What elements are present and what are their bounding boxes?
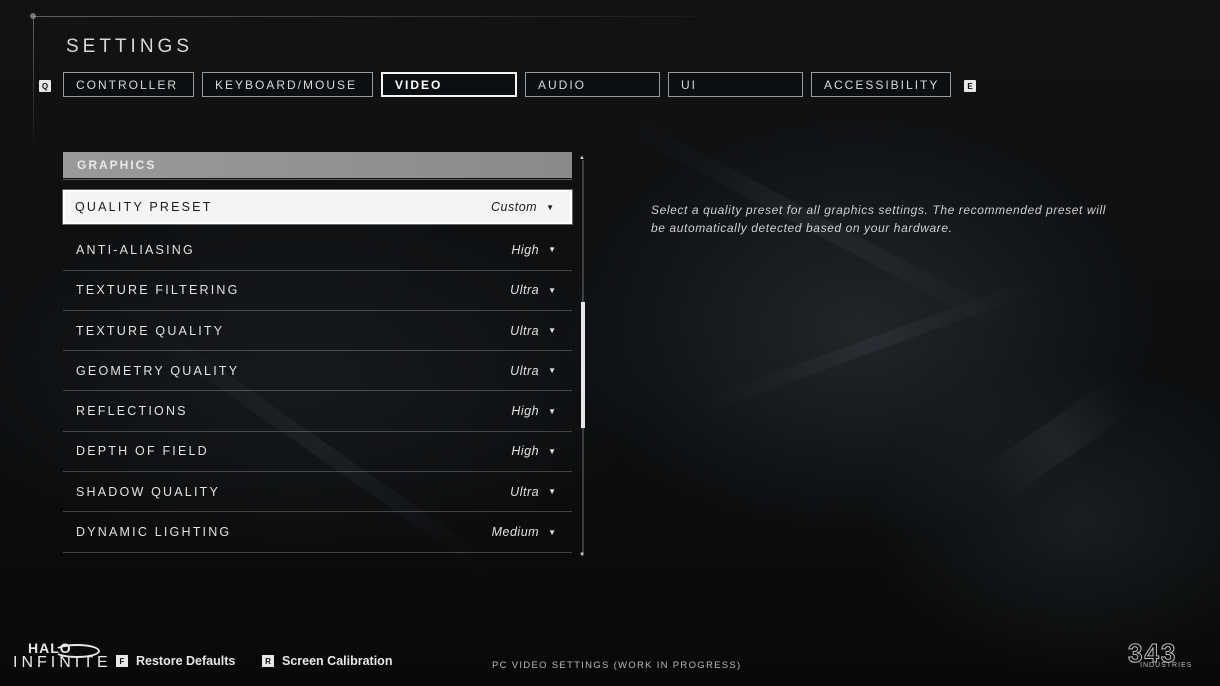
screen-calibration-label: Screen Calibration [282, 654, 393, 668]
tab-audio[interactable]: AUDIO [525, 72, 660, 97]
scrollbar-thumb[interactable] [581, 302, 585, 428]
screen-calibration-button[interactable]: R Screen Calibration [262, 654, 392, 668]
setting-row-anti-aliasing[interactable]: ANTI-ALIASING High ▼ [63, 230, 572, 271]
setting-dropdown[interactable]: Ultra ▼ [510, 324, 556, 338]
setting-value: Ultra [510, 363, 540, 378]
scroll-down-arrow-icon[interactable]: ▼ [579, 552, 585, 558]
screen-calibration-key-hint: R [262, 655, 274, 667]
tab-ui[interactable]: UI [668, 72, 803, 97]
caret-down-icon: ▼ [546, 202, 554, 212]
setting-row-geometry-quality[interactable]: GEOMETRY QUALITY Ultra ▼ [63, 351, 572, 392]
frame-line [33, 16, 698, 17]
setting-row-texture-filtering[interactable]: TEXTURE FILTERING Ultra ▼ [63, 271, 572, 311]
restore-defaults-key-hint: F [116, 655, 128, 667]
caret-down-icon: ▼ [548, 285, 556, 295]
caret-down-icon: ▼ [548, 487, 556, 497]
setting-row-shadow-quality[interactable]: SHADOW QUALITY Ultra ▼ [63, 472, 572, 513]
setting-dropdown[interactable]: Ultra ▼ [510, 283, 556, 297]
tab-label: UI [681, 77, 697, 92]
settings-screen: SETTINGS Q CONTROLLER KEYBOARD/MOUSE VID… [0, 0, 1220, 686]
tab-label: AUDIO [538, 77, 587, 92]
setting-description: Select a quality preset for all graphics… [651, 203, 1106, 235]
caret-down-icon: ▼ [548, 366, 556, 376]
restore-defaults-label: Restore Defaults [136, 654, 236, 668]
setting-dropdown[interactable]: High ▼ [511, 404, 556, 418]
setting-row-dynamic-lighting[interactable]: DYNAMIC LIGHTING Medium ▼ [63, 512, 572, 553]
setting-dropdown[interactable]: Ultra ▼ [510, 364, 556, 378]
setting-dropdown[interactable]: High ▼ [511, 243, 556, 257]
setting-dropdown[interactable]: Custom ▼ [491, 200, 554, 214]
tab-keyboard-mouse[interactable]: KEYBOARD/MOUSE [202, 72, 373, 97]
setting-value: Ultra [510, 484, 540, 499]
setting-label: GEOMETRY QUALITY [76, 363, 240, 378]
setting-label: TEXTURE QUALITY [76, 323, 225, 338]
frame-line [33, 16, 34, 156]
setting-value: High [511, 404, 540, 419]
background-streak [700, 276, 1044, 414]
setting-label: QUALITY PRESET [75, 200, 213, 214]
section-divider [63, 179, 572, 180]
caret-down-icon: ▼ [548, 406, 556, 416]
setting-label: DEPTH OF FIELD [76, 444, 209, 459]
setting-dropdown[interactable]: High ▼ [511, 444, 556, 458]
setting-label: TEXTURE FILTERING [76, 283, 240, 298]
background-streak [980, 378, 1135, 503]
next-tab-key-hint[interactable]: E [964, 80, 976, 92]
tab-label: CONTROLLER [76, 77, 179, 92]
setting-value: Medium [491, 525, 540, 540]
graphics-settings-list: QUALITY PRESET Custom ▼ ANTI-ALIASING Hi… [63, 190, 572, 553]
setting-row-texture-quality[interactable]: TEXTURE QUALITY Ultra ▼ [63, 311, 572, 352]
footer-note: PC VIDEO SETTINGS (WORK IN PROGRESS) [492, 660, 742, 671]
setting-row-depth-of-field[interactable]: DEPTH OF FIELD High ▼ [63, 432, 572, 473]
studio-logo-subtext: INDUSTRIES [1140, 662, 1193, 669]
setting-value: High [511, 444, 540, 459]
restore-defaults-button[interactable]: F Restore Defaults [116, 654, 235, 668]
setting-label: ANTI-ALIASING [76, 242, 195, 257]
setting-dropdown[interactable]: Ultra ▼ [510, 485, 556, 499]
prev-tab-key-hint[interactable]: Q [39, 80, 51, 92]
setting-value: Ultra [510, 283, 540, 298]
caret-down-icon: ▼ [548, 446, 556, 456]
setting-label: SHADOW QUALITY [76, 484, 221, 499]
section-header-graphics: GRAPHICS [63, 152, 572, 178]
caret-down-icon: ▼ [548, 245, 556, 255]
tab-label: ACCESSIBILITY [824, 77, 940, 92]
setting-dropdown[interactable]: Medium ▼ [492, 525, 556, 539]
setting-row-quality-preset[interactable]: QUALITY PRESET Custom ▼ [63, 190, 572, 224]
caret-down-icon: ▼ [548, 326, 556, 336]
tab-label: VIDEO [395, 77, 443, 92]
tab-bar: CONTROLLER KEYBOARD/MOUSE VIDEO AUDIO UI… [63, 72, 951, 97]
page-title: SETTINGS [66, 36, 194, 57]
setting-row-reflections[interactable]: REFLECTIONS High ▼ [63, 391, 572, 432]
setting-value: High [511, 242, 540, 257]
tab-label: KEYBOARD/MOUSE [215, 77, 358, 92]
setting-label: DYNAMIC LIGHTING [76, 525, 232, 540]
tab-accessibility[interactable]: ACCESSIBILITY [811, 72, 951, 97]
tab-video[interactable]: VIDEO [381, 72, 517, 97]
setting-value: Custom [491, 200, 538, 214]
infinite-logo-text: INFINITE [13, 654, 112, 671]
setting-label: REFLECTIONS [76, 404, 188, 419]
setting-value: Ultra [510, 323, 540, 338]
tab-controller[interactable]: CONTROLLER [63, 72, 194, 97]
caret-down-icon: ▼ [548, 527, 556, 537]
